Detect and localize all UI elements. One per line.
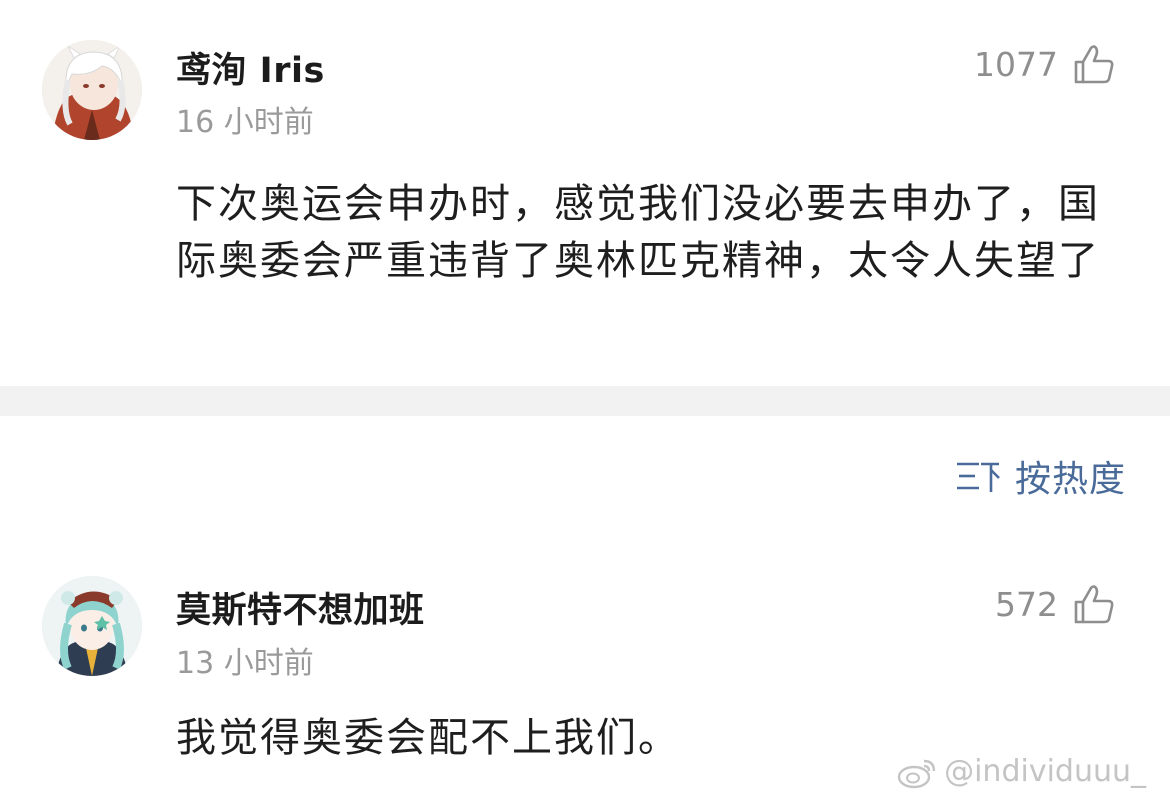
username[interactable]: 鸢洵 Iris xyxy=(176,42,325,93)
avatar[interactable] xyxy=(42,576,142,676)
like-button[interactable]: 1077 xyxy=(974,42,1116,86)
watermark-text: @individuuu_ xyxy=(944,754,1146,789)
avatar[interactable] xyxy=(42,40,142,140)
comment-text: 下次奥运会申办时，感觉我们没必要去申办了，国际奥委会严重违背了奥林匹克精神，太令… xyxy=(176,181,1100,284)
thumbs-up-icon xyxy=(1074,585,1114,624)
username[interactable]: 莫斯特不想加班 xyxy=(176,582,425,633)
comment-time: 16 小时前 xyxy=(176,105,314,140)
avatar-teal-hair-icon xyxy=(42,576,142,676)
weibo-logo-icon xyxy=(897,759,936,788)
section-divider xyxy=(0,386,1170,416)
thumbs-up-icon xyxy=(1074,45,1114,84)
sort-icon xyxy=(956,462,1000,492)
comment-time: 13 小时前 xyxy=(176,646,314,681)
avatar-white-hair-icon xyxy=(42,40,142,140)
sort-toggle[interactable]: 按热度 xyxy=(955,450,1126,502)
like-button[interactable]: 572 xyxy=(995,582,1116,626)
watermark: @individuuu_ xyxy=(896,754,1146,789)
like-count: 1077 xyxy=(974,44,1058,84)
comment-item: 鸢洵 Iris 16 小时前 1077 下次奥运会申办时，感觉我们没必要去申办了… xyxy=(0,0,1170,386)
sort-label: 按热度 xyxy=(1014,459,1126,500)
like-count: 572 xyxy=(995,584,1058,624)
